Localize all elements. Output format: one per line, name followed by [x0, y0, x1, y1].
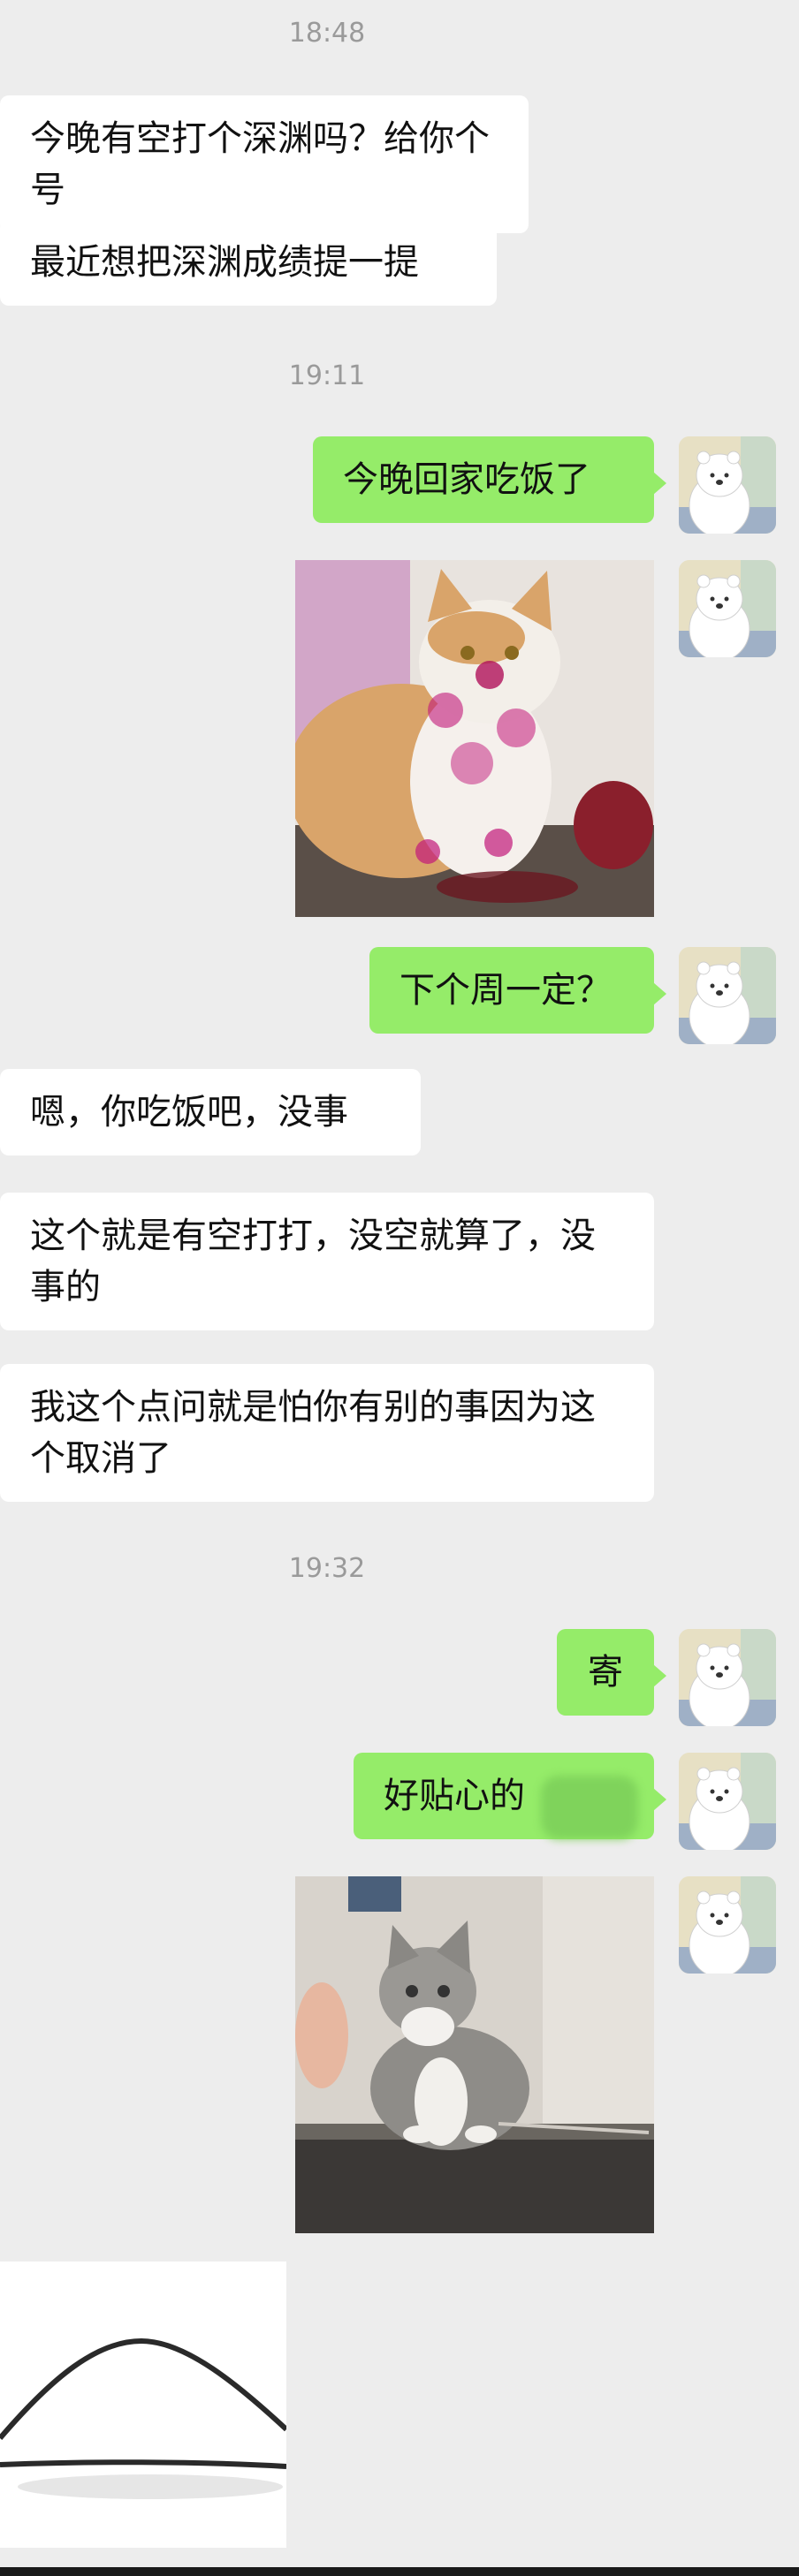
outgoing-message[interactable]: 下个周一定？ [369, 947, 666, 1034]
incoming-message[interactable]: 嗯，你吃饭吧，没事 [0, 1069, 421, 1155]
cat-with-dragon-fruit-stain [295, 560, 654, 917]
outgoing-message[interactable]: 寄 [557, 1629, 666, 1716]
outgoing-message[interactable]: 今晚回家吃饭了 [313, 436, 666, 523]
timestamp: 19:32 [288, 1553, 366, 1584]
white-bear-avatar-icon [679, 947, 776, 1044]
incoming-message[interactable]: 这个就是有空打打，没空就算了，没事的 [0, 1193, 654, 1330]
user-avatar[interactable] [679, 560, 776, 657]
bottom-edge [0, 2567, 799, 2576]
white-bear-avatar-icon [679, 436, 776, 534]
white-bear-avatar-icon [679, 560, 776, 657]
cat-on-desk [295, 1876, 654, 2233]
white-bear-avatar-icon [679, 1753, 776, 1850]
sticker-message[interactable] [0, 2262, 286, 2548]
user-avatar[interactable] [679, 1629, 776, 1726]
redacted-blur [541, 1776, 638, 1839]
white-bear-avatar-icon [679, 1629, 776, 1726]
user-avatar[interactable] [679, 1876, 776, 1974]
user-avatar[interactable] [679, 1753, 776, 1850]
incoming-message[interactable]: 今晚有空打个深渊吗？给你个号 [0, 95, 529, 233]
incoming-message[interactable]: 最近想把深渊成绩提一提 [0, 219, 497, 306]
image-message[interactable] [295, 560, 654, 917]
curved-line-sticker [0, 2262, 286, 2548]
white-bear-avatar-icon [679, 1876, 776, 1974]
image-message[interactable] [295, 1876, 654, 2233]
timestamp: 19:11 [288, 360, 366, 391]
incoming-message[interactable]: 我这个点问就是怕你有别的事因为这个取消了 [0, 1364, 654, 1502]
user-avatar[interactable] [679, 947, 776, 1044]
user-avatar[interactable] [679, 436, 776, 534]
timestamp: 18:48 [288, 18, 366, 49]
